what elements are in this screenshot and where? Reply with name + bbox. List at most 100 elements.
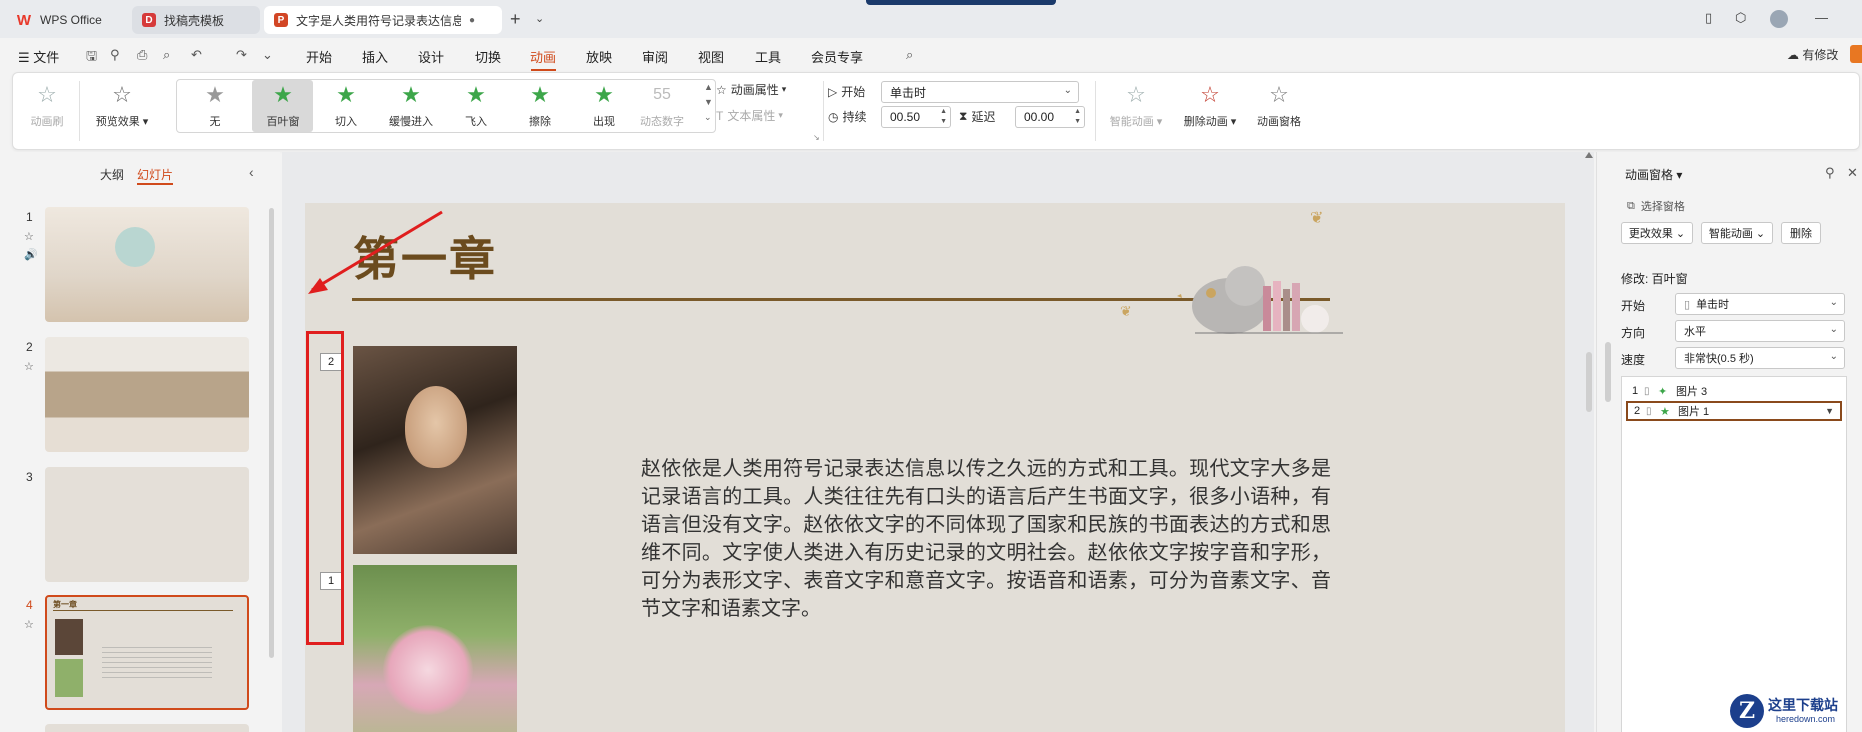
effect-slow-in[interactable]: ★ 缓慢进入 xyxy=(381,83,441,129)
top-center-strip xyxy=(866,0,1056,5)
effect-fly-in[interactable]: ★ 飞入 xyxy=(451,83,501,129)
slide-thumbnail-1[interactable] xyxy=(45,207,249,322)
menu-start[interactable]: 开始 xyxy=(306,47,332,66)
change-effect-button[interactable]: 更改效果 ⌄ xyxy=(1621,222,1693,244)
direction-dropdown[interactable]: 水平 ⌄ xyxy=(1675,320,1845,342)
avatar[interactable] xyxy=(1770,10,1788,28)
modify-status[interactable]: ☁ 有修改 xyxy=(1787,46,1838,63)
watermark-text: 这里下载站 xyxy=(1768,698,1838,714)
undo-icon[interactable]: ↶ xyxy=(191,47,202,63)
clock-icon: ▷ xyxy=(828,84,838,99)
slow-in-star-icon: ★ xyxy=(401,82,421,107)
delay-stepper[interactable]: 00.00 ▲ ▼ xyxy=(1015,106,1085,128)
tab-wps-office[interactable]: W WPS Office xyxy=(6,6,138,34)
animation-star-icon: ☆ xyxy=(24,231,34,243)
animation-properties-button[interactable]: ☆ 动画属性 ▾ xyxy=(716,81,786,98)
tab-template[interactable]: D 找稿壳模板 xyxy=(132,6,260,34)
animation-list-item[interactable]: 1 ▯ ✦ 图片 3 xyxy=(1626,381,1842,401)
delay-label: ⧗ 延迟 xyxy=(959,108,995,125)
edge-button[interactable] xyxy=(1850,45,1862,63)
chevron-down-icon: ⌄ xyxy=(1063,85,1072,96)
hourglass-icon: ⧗ xyxy=(959,109,968,123)
effect-label: 出现 xyxy=(593,116,615,128)
effect-appear[interactable]: ★ 出现 xyxy=(579,83,629,129)
effect-none[interactable]: ★ 无 xyxy=(193,83,237,129)
minimize-icon[interactable]: — xyxy=(1815,10,1828,25)
tab-outline[interactable]: 大纲 xyxy=(100,166,124,183)
properties-icon[interactable]: ⚲ xyxy=(110,47,120,63)
slide-title[interactable]: 第一章 xyxy=(353,223,497,289)
menu-member[interactable]: 会员专享 xyxy=(811,47,863,66)
slide-thumbnail-3[interactable] xyxy=(45,467,249,582)
pane-scrollbar[interactable] xyxy=(1605,342,1611,402)
lotus-image[interactable] xyxy=(353,565,517,732)
pin-icon[interactable]: ⚲ xyxy=(1825,165,1835,181)
menu-tools[interactable]: 工具 xyxy=(755,47,781,66)
smart-animation-button[interactable]: 智能动画 ⌄ xyxy=(1701,222,1773,244)
start-dropdown[interactable]: ▯ 单击时 ⌄ xyxy=(1675,293,1845,315)
tab-document[interactable]: P 文字是人类用符号记录表达信息以传之久远的方式和工具 ● xyxy=(264,6,502,34)
slide-4[interactable]: 第一章 ❦ ❦ 2 1 赵依依是人类用符号记录表达信息以传之久远的方式和工具。现… xyxy=(305,203,1565,732)
menu-design[interactable]: 设计 xyxy=(418,47,444,66)
tab-list-chevron-icon[interactable]: ⌄ xyxy=(535,12,544,25)
gallery-up-icon[interactable]: ▲ xyxy=(704,82,713,92)
animation-pane-title[interactable]: 动画窗格 ▾ xyxy=(1625,166,1682,183)
duration-stepper[interactable]: 00.50 ▲ ▼ xyxy=(881,106,951,128)
print-icon[interactable]: ⎙ xyxy=(137,47,147,63)
effect-dynamic-number[interactable]: 55 动态数字 xyxy=(633,83,691,129)
delete-animation-button[interactable]: ☆ 删除动画 ▾ xyxy=(1177,83,1243,129)
animation-pane-button[interactable]: ☆ 动画窗格 xyxy=(1251,83,1307,129)
cube-icon[interactable]: ⬡ xyxy=(1735,10,1746,26)
canvas-scrollbar[interactable] xyxy=(1584,152,1594,732)
animation-star-icon: ☆ xyxy=(24,619,34,631)
tab-slides[interactable]: 幻灯片 xyxy=(137,166,173,183)
duration-label-text: 持续 xyxy=(842,110,867,124)
panel-scrollbar[interactable] xyxy=(269,208,274,658)
unsaved-dot-icon[interactable]: ● xyxy=(469,15,475,26)
watermark-logo: Z xyxy=(1730,694,1764,728)
dialog-launcher-icon[interactable]: ↘ xyxy=(813,133,820,142)
gallery-more-icon[interactable]: ⌄ xyxy=(704,112,712,123)
slide-thumbnail-5[interactable] xyxy=(45,724,249,732)
slide-thumbnail-2[interactable] xyxy=(45,337,249,452)
gallery-down-icon[interactable]: ▼ xyxy=(704,97,713,107)
start-dropdown[interactable]: 单击时 ⌄ xyxy=(881,81,1079,103)
smart-animation-button[interactable]: ☆ 智能动画 ▾ xyxy=(1105,83,1167,129)
slide-thumbnail-4[interactable]: 第一章 xyxy=(45,595,249,710)
text-properties-button[interactable]: T 文本属性 ▾ xyxy=(716,107,783,124)
animation-list-item-selected[interactable]: 2 ▯ ★ 图片 1 ▼ xyxy=(1626,401,1842,421)
animation-brush-button[interactable]: ☆ 动画刷 xyxy=(25,83,69,129)
effect-cut-in[interactable]: ★ 切入 xyxy=(321,83,371,129)
portrait-image[interactable] xyxy=(353,346,517,554)
tab-label: WPS Office xyxy=(40,13,102,27)
save-icon[interactable]: 🖫 xyxy=(86,47,97,69)
menu-transition[interactable]: 切换 xyxy=(475,47,501,66)
delay-value: 00.00 xyxy=(1024,110,1055,124)
menu-slideshow[interactable]: 放映 xyxy=(586,47,612,66)
preview-effect-button[interactable]: ☆ 预览效果 ▾ xyxy=(91,83,153,129)
stepper-arrows-icon[interactable]: ▲ ▼ xyxy=(1074,107,1081,127)
speed-dropdown[interactable]: 非常快(0.5 秒) ⌄ xyxy=(1675,347,1845,369)
effect-wipe[interactable]: ★ 擦除 xyxy=(515,83,565,129)
menu-animation[interactable]: 动画 xyxy=(530,47,556,66)
elephant-books-illustration[interactable] xyxy=(1175,251,1345,356)
layout-icon[interactable]: ▯ xyxy=(1705,10,1712,26)
menu-view[interactable]: 视图 xyxy=(698,47,724,66)
search-icon[interactable]: ⌕ xyxy=(906,47,913,63)
collapse-panel-icon[interactable]: ‹ xyxy=(249,164,254,180)
menu-file[interactable]: ☰ 文件 xyxy=(18,47,59,66)
menu-insert[interactable]: 插入 xyxy=(362,47,388,66)
mouse-click-icon: ▯ xyxy=(1646,405,1652,417)
stepper-arrows-icon[interactable]: ▲ ▼ xyxy=(940,107,947,127)
new-tab-button[interactable]: + xyxy=(510,9,521,30)
close-icon[interactable]: ✕ xyxy=(1847,165,1858,181)
redo-icon[interactable]: ↷ xyxy=(236,47,247,63)
effect-blinds[interactable]: ★ 百叶窗 xyxy=(258,83,308,129)
print-preview-icon[interactable]: ⌕ xyxy=(163,47,170,63)
slide-body-text[interactable]: 赵依依是人类用符号记录表达信息以传之久远的方式和工具。现代文字大多是记录语言的工… xyxy=(641,454,1331,622)
delete-button[interactable]: 删除 xyxy=(1781,222,1821,244)
more-chevron-icon[interactable]: ⌄ xyxy=(262,47,273,63)
select-pane-button[interactable]: ⧉ 选择窗格 xyxy=(1627,198,1685,214)
menu-review[interactable]: 审阅 xyxy=(642,47,668,66)
item-dropdown-icon[interactable]: ▼ xyxy=(1825,406,1834,416)
